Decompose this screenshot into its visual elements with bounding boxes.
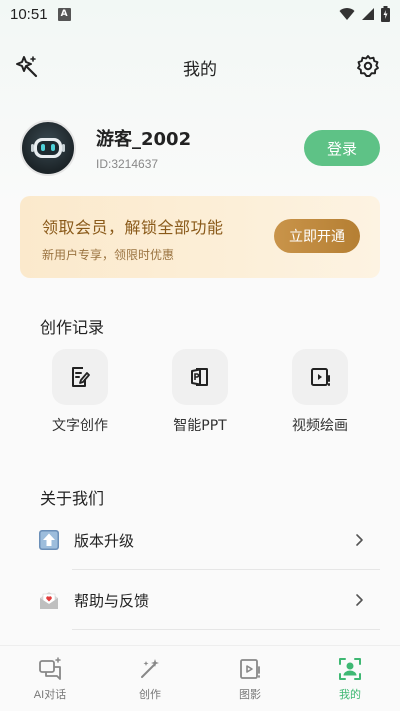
status-time: 10:51 [10, 5, 48, 23]
magic-wand-icon [141, 659, 159, 678]
video-frame-icon [240, 659, 260, 679]
envelope-icon [38, 589, 60, 611]
nav-images-video[interactable]: 图影 [200, 646, 300, 711]
nav-label: 创作 [139, 689, 161, 701]
nav-ai-chat[interactable]: AI对话 [0, 646, 100, 711]
divider [72, 629, 380, 630]
about-item-label: 版本升级 [74, 531, 135, 550]
login-button[interactable]: 登录 [304, 130, 380, 166]
profile-card: 游客_2002 ID:3214637 登录 [20, 118, 380, 178]
creation-records-title: 创作记录 [40, 318, 105, 337]
ppt-icon [172, 349, 228, 405]
creation-tools: 文字创作 智能PPT 视频绘画 [0, 349, 400, 439]
text-edit-icon [52, 349, 108, 405]
nav-label: 图影 [239, 689, 261, 701]
profile-icon [339, 658, 361, 680]
status-bar: 10:51 A [0, 0, 400, 28]
tool-smart-ppt[interactable]: 智能PPT [160, 349, 240, 435]
nav-label: AI对话 [33, 689, 67, 701]
video-icon [292, 349, 348, 405]
about-item-help-feedback[interactable]: 帮助与反馈 [20, 570, 380, 630]
bottom-nav: AI对话 创作 图影 我的 [0, 645, 400, 711]
a-icon: A [57, 7, 71, 21]
tool-label: 智能PPT [173, 418, 227, 434]
page-title: 我的 [183, 59, 217, 80]
sparkle-magic-icon[interactable] [14, 54, 40, 80]
user-id: ID:3214637 [96, 157, 159, 171]
robot-face [31, 138, 65, 158]
signal-icon [362, 8, 374, 20]
about-item-version-upgrade[interactable]: 版本升级 [20, 510, 380, 570]
robot-avatar-icon[interactable] [20, 120, 76, 176]
nav-create[interactable]: 创作 [100, 646, 200, 711]
gear-icon[interactable] [356, 54, 380, 78]
header: 我的 [0, 48, 400, 86]
tool-video-drawing[interactable]: 视频绘画 [280, 349, 360, 435]
tool-text-creation[interactable]: 文字创作 [40, 349, 120, 435]
chevron-right-icon [356, 594, 363, 606]
wifi-icon [339, 8, 355, 20]
about-item-label: 帮助与反馈 [74, 591, 150, 610]
about-title: 关于我们 [40, 489, 105, 508]
profile-info: 游客_2002 ID:3214637 [96, 125, 191, 171]
tool-label: 视频绘画 [292, 418, 348, 434]
chat-icon [39, 657, 61, 680]
username: 游客_2002 [96, 129, 192, 150]
about-list: 版本升级 帮助与反馈 [20, 510, 380, 630]
chevron-right-icon [356, 534, 363, 546]
nav-mine[interactable]: 我的 [300, 646, 400, 711]
vip-open-button[interactable]: 立即开通 [274, 219, 360, 253]
vip-banner[interactable]: 领取会员，解锁全部功能 新用户专享，领限时优惠 立即开通 [20, 196, 380, 278]
nav-label: 我的 [339, 689, 361, 701]
battery-charging-icon [381, 6, 390, 22]
tool-label: 文字创作 [52, 418, 108, 434]
status-icons [339, 6, 390, 22]
upload-arrow-icon [38, 529, 60, 551]
